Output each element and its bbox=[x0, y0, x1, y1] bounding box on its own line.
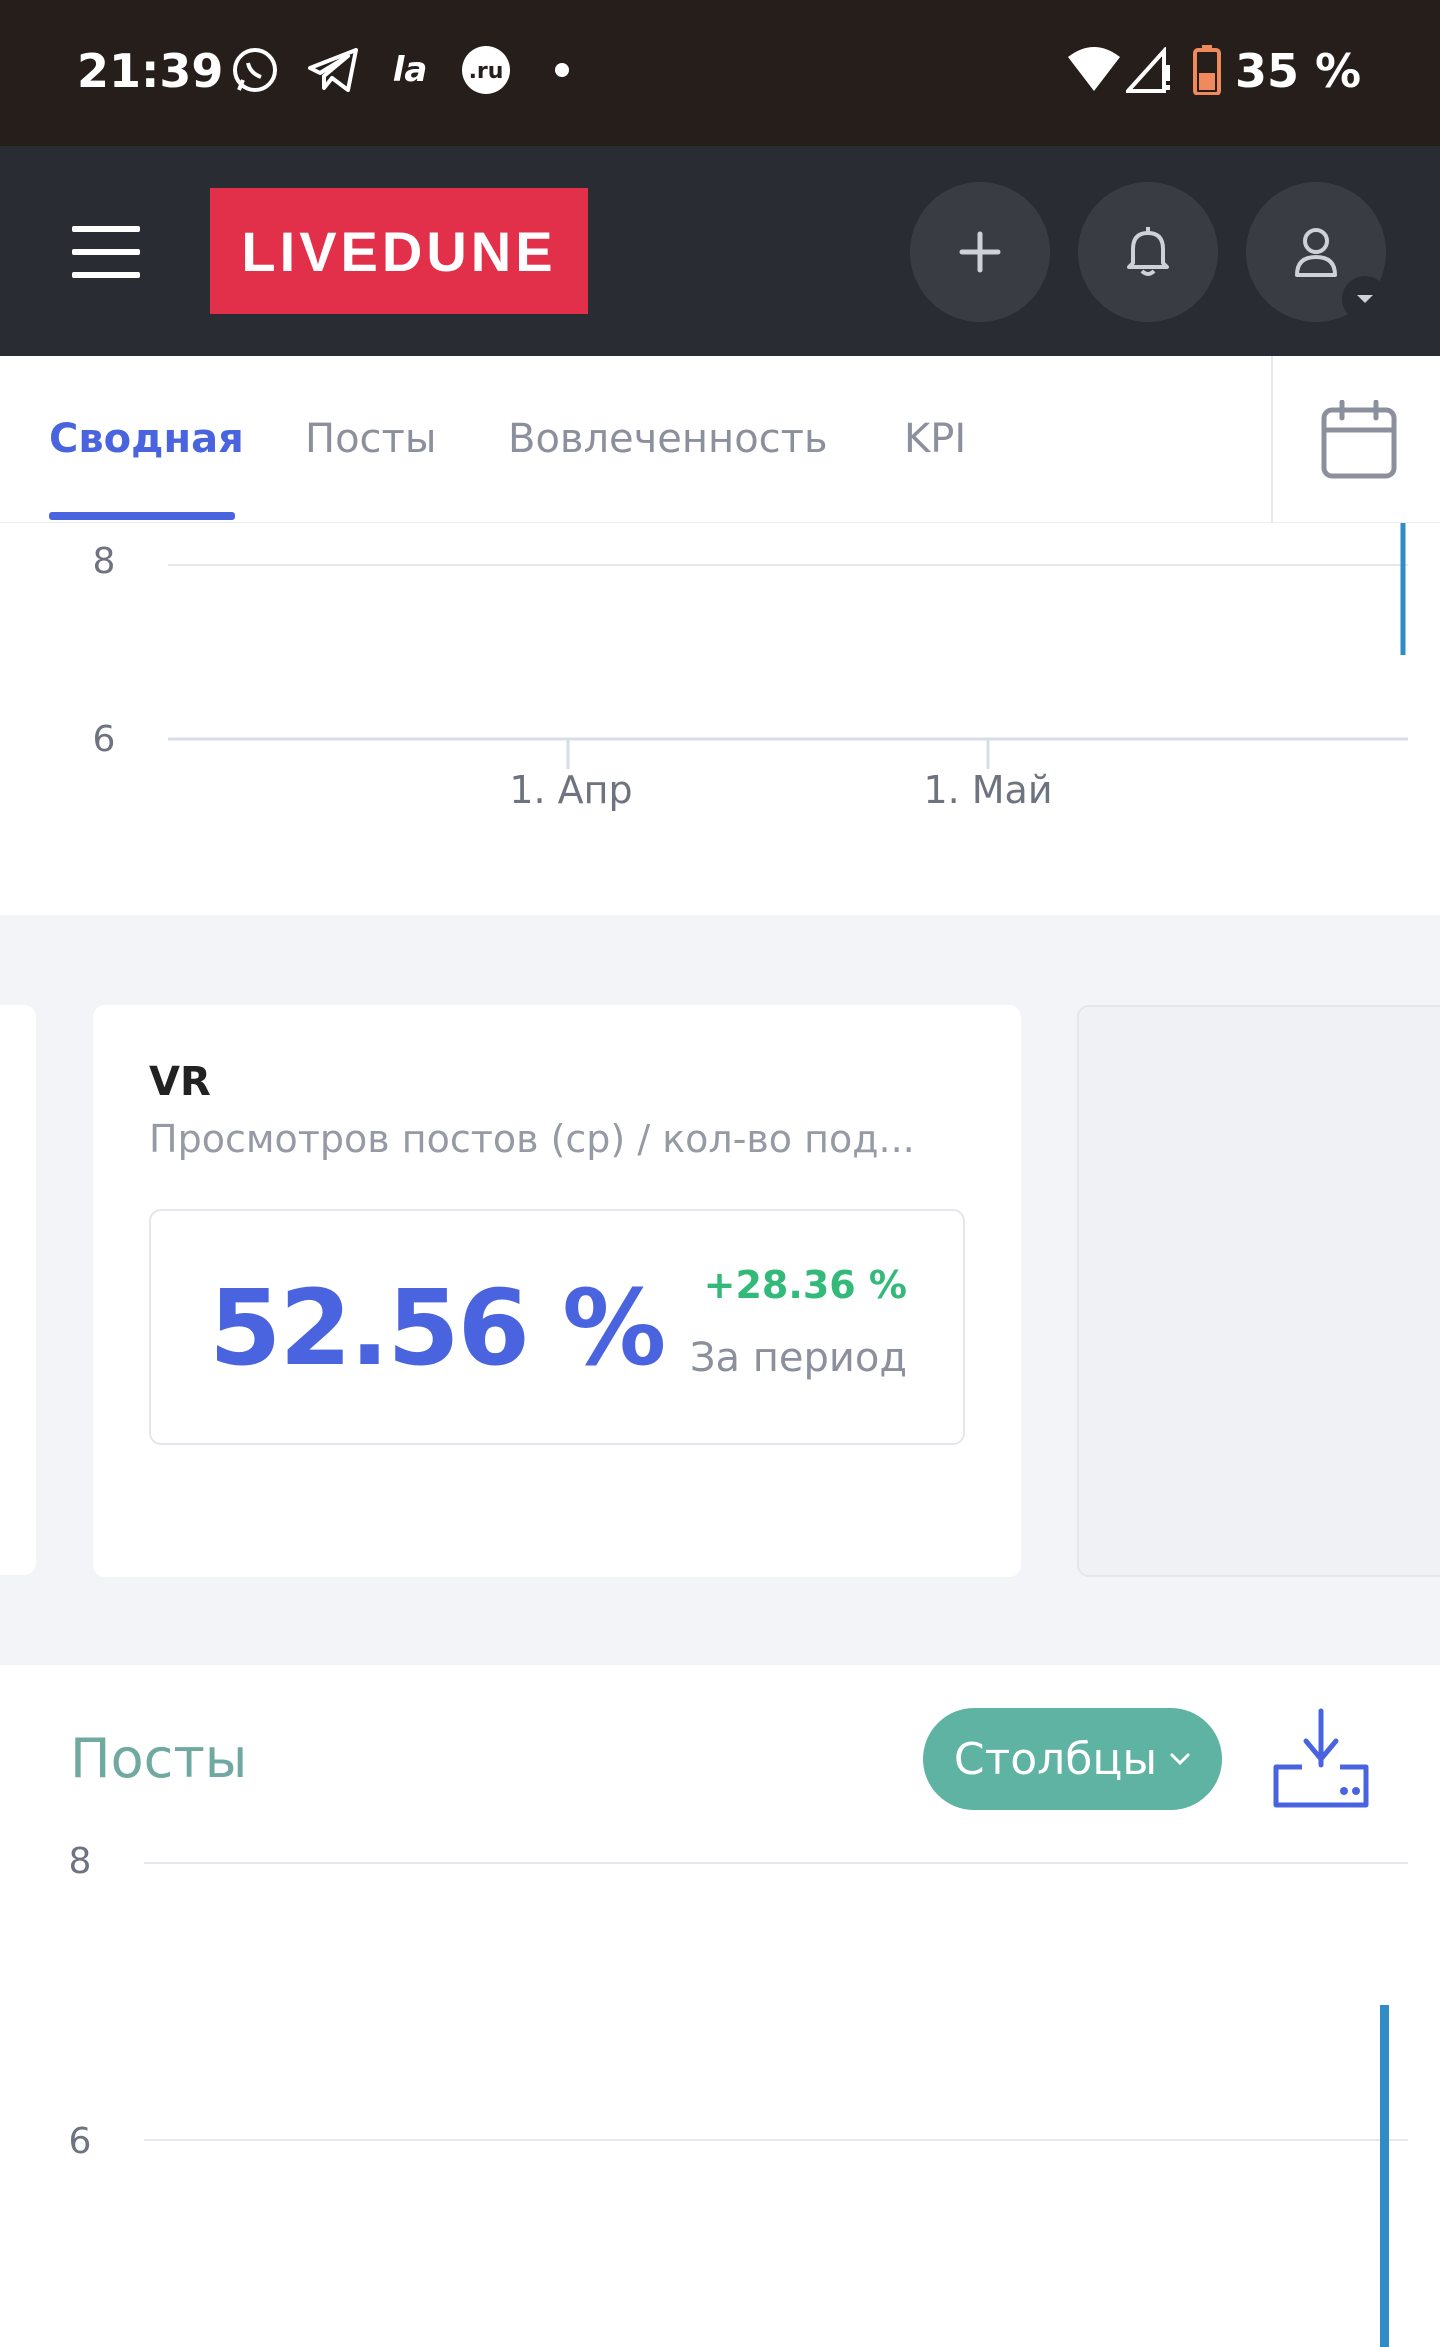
metric-card-next[interactable] bbox=[1077, 1005, 1440, 1577]
tab-divider bbox=[1271, 356, 1273, 523]
hamburger-line bbox=[72, 249, 140, 255]
download-button[interactable] bbox=[1270, 1707, 1372, 1815]
plus-icon bbox=[959, 231, 1001, 273]
bell-icon bbox=[1127, 227, 1169, 276]
telegram-icon bbox=[305, 44, 361, 96]
section-title: Посты bbox=[70, 1727, 248, 1790]
y-tick-label: 8 bbox=[93, 541, 116, 582]
columns-dropdown-button[interactable]: Столбцы bbox=[923, 1708, 1222, 1810]
la-icon: la bbox=[392, 50, 428, 90]
battery-icon bbox=[1190, 44, 1224, 96]
tab-bar: Сводная Посты Вовлеченность KPI bbox=[0, 356, 1440, 523]
download-icon bbox=[1273, 1708, 1369, 1808]
add-button[interactable] bbox=[910, 182, 1050, 322]
profile-button[interactable] bbox=[1246, 182, 1388, 322]
battery-percent: 35 % bbox=[1235, 44, 1362, 98]
tab-summary[interactable]: Сводная bbox=[49, 416, 244, 462]
livedune-logo[interactable]: LIVEDUNE bbox=[210, 188, 588, 314]
calendar-button[interactable] bbox=[1320, 399, 1398, 484]
tab-engagement[interactable]: Вовлеченность bbox=[508, 416, 828, 462]
signal-icon bbox=[1124, 44, 1174, 96]
x-tick-label: 1. Апр bbox=[509, 768, 632, 812]
calendar-icon bbox=[1321, 399, 1397, 479]
card-subtitle: Просмотров постов (ср) / кол-во под... bbox=[149, 1117, 915, 1161]
dot-icon bbox=[552, 44, 572, 96]
card-title: VR bbox=[149, 1059, 211, 1105]
ru-icon: .ru bbox=[458, 44, 514, 96]
notifications-button[interactable] bbox=[1078, 182, 1218, 322]
y-tick-label: 6 bbox=[69, 2121, 92, 2162]
svg-text:.ru: .ru bbox=[469, 59, 504, 84]
chevron-down-icon bbox=[1342, 276, 1388, 322]
metric-box: 52.56 % +28.36 % За период bbox=[149, 1209, 965, 1445]
posts-chart-plot: 8 6 bbox=[69, 1841, 1408, 2347]
status-bar: 21:39 la .ru 35 % bbox=[0, 0, 1440, 146]
y-tick-label: 6 bbox=[93, 719, 116, 760]
metric-delta: +28.36 % bbox=[703, 1263, 907, 1307]
metric-card-previous[interactable] bbox=[0, 1005, 36, 1575]
whatsapp-icon bbox=[228, 44, 282, 96]
posts-section: Посты Столбцы 8 6 bbox=[0, 1665, 1440, 2347]
user-icon bbox=[1295, 228, 1337, 277]
metric-card-vr[interactable]: VR Просмотров постов (ср) / кол-во под..… bbox=[93, 1005, 1021, 1577]
summary-chart-plot: 8 6 1. Апр 1. Май bbox=[93, 523, 1408, 812]
hamburger-line bbox=[72, 226, 140, 232]
app-header: LIVEDUNE bbox=[0, 146, 1440, 356]
y-tick-label: 8 bbox=[69, 1841, 92, 1882]
summary-chart: 8 6 1. Апр 1. Май bbox=[0, 523, 1440, 915]
metrics-carousel[interactable]: VR Просмотров постов (ср) / кол-во под..… bbox=[0, 915, 1440, 1665]
tab-posts[interactable]: Посты bbox=[305, 416, 436, 462]
tab-kpi[interactable]: KPI bbox=[904, 416, 966, 462]
status-time: 21:39 bbox=[77, 44, 224, 98]
hamburger-line bbox=[72, 272, 140, 278]
chevron-down-icon bbox=[1170, 1753, 1190, 1766]
metric-period: За период bbox=[689, 1335, 907, 1381]
active-tab-indicator bbox=[49, 512, 235, 520]
wifi-icon bbox=[1066, 44, 1122, 96]
columns-button-label: Столбцы bbox=[953, 1733, 1158, 1785]
x-tick-label: 1. Май bbox=[923, 768, 1052, 812]
bar bbox=[1380, 2005, 1389, 2347]
metric-value: 52.56 % bbox=[209, 1267, 666, 1389]
menu-button[interactable] bbox=[72, 226, 140, 278]
